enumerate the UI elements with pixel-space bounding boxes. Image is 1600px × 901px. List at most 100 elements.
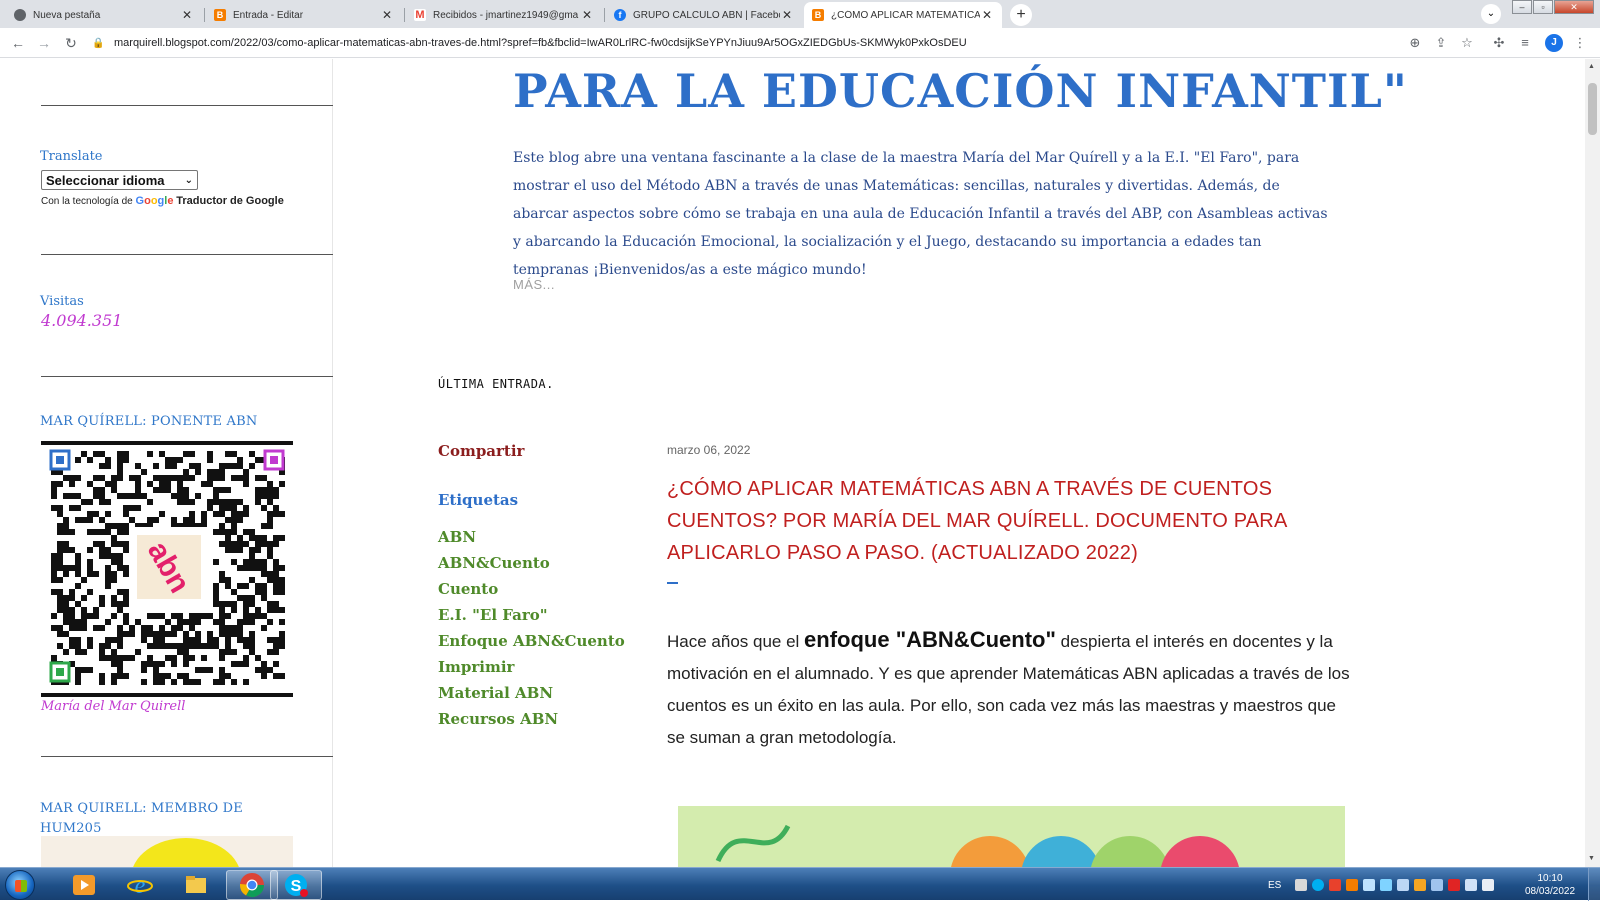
tag-link[interactable]: Enfoque ABN&Cuento — [438, 628, 625, 654]
close-icon[interactable]: ✕ — [180, 8, 194, 22]
speaker-caption: María del Mar Quirell — [41, 699, 186, 714]
show-desktop-button[interactable] — [1588, 868, 1600, 901]
network-icon[interactable] — [1380, 879, 1393, 891]
maximize-button[interactable]: ▫ — [1533, 0, 1553, 14]
more-link[interactable]: MÁS... — [513, 277, 555, 292]
post-image[interactable] — [678, 806, 1345, 867]
menu-kebab-icon[interactable]: ⋮ — [1571, 34, 1589, 52]
globe-icon — [14, 9, 26, 21]
tag-link[interactable]: Recursos ABN — [438, 706, 625, 732]
onedrive-icon[interactable] — [1363, 879, 1376, 891]
minimize-button[interactable]: – — [1512, 0, 1532, 14]
tags-heading: Etiquetas — [438, 491, 519, 509]
tab-label: GRUPO CÁLCULO ABN | Faceboo — [633, 9, 780, 21]
blog-sidebar: Translate Seleccionar idioma ⌄ Con la te… — [0, 59, 333, 867]
image-shape — [131, 838, 241, 867]
close-icon[interactable]: ✕ — [580, 8, 594, 22]
skype-icon[interactable]: S — [270, 870, 322, 900]
tag-link[interactable]: ABN — [438, 524, 625, 550]
media-player-icon[interactable] — [58, 870, 110, 900]
tab-separator — [404, 8, 405, 22]
tab-blogger-edit[interactable]: B Entrada - Editar ✕ — [206, 2, 402, 28]
window-close-button[interactable]: ✕ — [1554, 0, 1594, 14]
page-scrollbar[interactable]: ▲ ▼ — [1585, 59, 1600, 867]
new-tab-button[interactable]: + — [1010, 4, 1032, 26]
update-icon[interactable] — [1414, 879, 1427, 891]
tab-gmail[interactable]: M Recibidos - jmartinez1949@gma ✕ — [406, 2, 602, 28]
tab-facebook[interactable]: f GRUPO CÁLCULO ABN | Faceboo ✕ — [606, 2, 802, 28]
language-indicator[interactable]: ES — [1268, 880, 1281, 891]
tag-link[interactable]: Material ABN — [438, 680, 625, 706]
drive-icon[interactable] — [1295, 879, 1308, 891]
blogger-icon: B — [812, 9, 824, 21]
reload-icon[interactable]: ↻ — [62, 35, 80, 51]
visits-counter: 4.094.351 — [41, 311, 123, 330]
action-center-flag-icon[interactable] — [1448, 879, 1461, 891]
tag-link[interactable]: Cuento — [438, 576, 625, 602]
blog-title[interactable]: PARA LA EDUCACIÓN INFANTIL" — [513, 64, 1408, 118]
battery-icon[interactable] — [1465, 879, 1478, 891]
scroll-down-arrow-icon[interactable]: ▼ — [1588, 855, 1595, 862]
forward-arrow-icon[interactable]: → — [35, 35, 53, 51]
share-button[interactable]: Compartir — [438, 442, 524, 460]
share-icon[interactable]: ⇪ — [1432, 34, 1450, 52]
tag-link[interactable]: Imprimir — [438, 654, 625, 680]
monitor-icon[interactable] — [1431, 879, 1444, 891]
internet-explorer-icon[interactable]: e — [114, 870, 166, 900]
post-date[interactable]: marzo 06, 2022 — [667, 443, 750, 457]
scrollbar-thumb[interactable] — [1588, 83, 1597, 135]
tag-link[interactable]: ABN&Cuento — [438, 550, 625, 576]
start-button[interactable] — [5, 870, 35, 900]
divider — [41, 376, 333, 377]
display-icon[interactable] — [1397, 879, 1410, 891]
language-select-value: Seleccionar idioma — [46, 172, 165, 188]
close-icon[interactable]: ✕ — [380, 8, 394, 22]
skype-tray-icon[interactable] — [1312, 879, 1325, 891]
file-explorer-icon[interactable] — [170, 870, 222, 900]
latest-entry-label: ÚLTIMA ENTRADA. — [438, 377, 554, 391]
speaker-heading: MAR QUÍRELL: PONENTE ABN — [40, 414, 258, 429]
reading-list-icon[interactable]: ≡ — [1516, 34, 1534, 52]
app-tray-icon[interactable] — [1346, 879, 1359, 891]
scroll-up-arrow-icon[interactable]: ▲ — [1588, 63, 1595, 70]
system-tray: ES — [1268, 870, 1499, 900]
address-bar[interactable]: 🔒 marquirell.blogspot.com/2022/03/como-a… — [92, 31, 1472, 55]
tab-new-tab[interactable]: Nueva pestaña ✕ — [6, 2, 202, 28]
extensions-puzzle-icon[interactable]: ✣ — [1490, 34, 1508, 52]
lock-icon[interactable]: 🔒 — [92, 38, 104, 49]
blogger-icon: B — [214, 9, 226, 21]
system-clock[interactable]: 10:10 08/03/2022 — [1520, 872, 1580, 898]
tab-label: ¿CÓMO APLICAR MATEMÁTICAS — [831, 9, 980, 21]
tab-separator — [604, 8, 605, 22]
chevron-down-icon: ⌄ — [184, 174, 193, 186]
tab-current-post[interactable]: B ¿CÓMO APLICAR MATEMÁTICAS ✕ — [804, 2, 1002, 28]
volume-icon[interactable] — [1482, 879, 1495, 891]
back-arrow-icon[interactable]: ← — [9, 35, 27, 51]
google-translate-link[interactable]: Traductor de Google — [176, 195, 284, 207]
title-divider — [667, 582, 678, 584]
powered-by-text: Con la tecnología de — [41, 196, 133, 207]
windows-logo-icon — [15, 880, 27, 892]
facebook-icon: f — [614, 9, 626, 21]
windows-taskbar: e S ES 10:10 08/03/2022 — [0, 867, 1600, 901]
tab-search-button[interactable]: ⌄ — [1481, 4, 1501, 24]
zoom-icon[interactable]: ⊕ — [1406, 34, 1424, 52]
language-select[interactable]: Seleccionar idioma ⌄ — [41, 170, 198, 190]
clock-date: 08/03/2022 — [1524, 886, 1576, 897]
post-image-graphic — [715, 824, 1239, 867]
url-text[interactable]: marquirell.blogspot.com/2022/03/como-apl… — [114, 37, 967, 49]
bookmark-star-icon[interactable]: ☆ — [1458, 34, 1476, 52]
browser-toolbar: ← → ↻ 🔒 marquirell.blogspot.com/2022/03/… — [0, 28, 1600, 58]
profile-avatar[interactable]: J — [1545, 34, 1563, 52]
post-title[interactable]: ¿CÓMO APLICAR MATEMÁTICAS ABN A TRAVÉS D… — [667, 473, 1367, 569]
post-body-lead: Hace años que el — [667, 632, 805, 651]
close-icon[interactable]: ✕ — [780, 8, 794, 22]
tag-link[interactable]: E.I. "El Faro" — [438, 602, 625, 628]
tag-list: ABN ABN&Cuento Cuento E.I. "El Faro" Enf… — [438, 524, 625, 732]
member-heading: MAR QUIRELL: MEMBRO DE HUM205 — [40, 801, 243, 836]
member-image[interactable] — [41, 836, 293, 867]
close-icon[interactable]: ✕ — [980, 8, 994, 22]
security-icon[interactable] — [1329, 879, 1342, 891]
qr-code-image[interactable]: abn — [41, 441, 293, 697]
tab-label: Entrada - Editar — [233, 9, 304, 21]
